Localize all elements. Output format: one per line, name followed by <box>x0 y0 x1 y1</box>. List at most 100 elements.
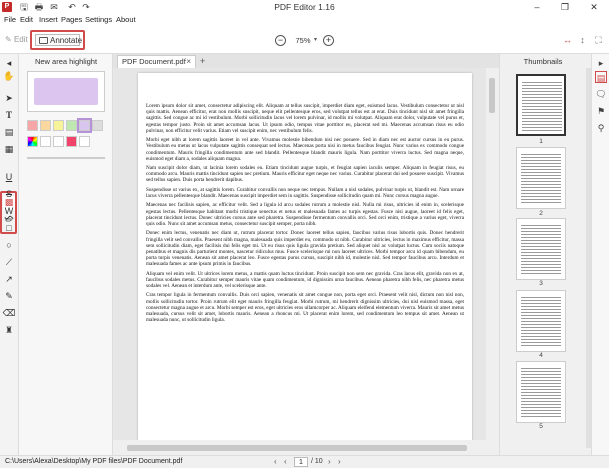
page-thumbnail[interactable] <box>516 74 566 136</box>
bookmark-icon[interactable]: ⚑ <box>595 105 607 117</box>
pen-tool-icon[interactable]: ✎ <box>2 290 16 303</box>
page-text: Lorem ipsum dolor sit amet, consectetur … <box>146 103 464 327</box>
color-swatch-custom-1[interactable] <box>40 136 51 147</box>
main-toolbar: ✎ Edit Annotate − 75% ▾ + ↔ ↕ ⛶ <box>0 26 609 54</box>
color-swatch-purple[interactable] <box>77 118 92 133</box>
menu-about[interactable]: About <box>116 15 136 24</box>
rectangle-tool-icon[interactable]: □ <box>2 222 16 235</box>
thumbnails-icon[interactable]: ▤ <box>595 71 607 83</box>
paragraph: Donec enim lectus, venenatis nec diam ut… <box>146 230 464 268</box>
thumbnail-page-number: 2 <box>539 210 543 217</box>
document-tab-bar: PDF Document.pdf × + <box>113 54 499 68</box>
color-swatch-pink[interactable] <box>66 136 77 147</box>
menu-insert[interactable]: Insert <box>39 15 58 24</box>
stamp-tool-icon[interactable]: ▦ <box>2 143 16 156</box>
previous-page-icon[interactable]: ‹ <box>274 457 277 466</box>
minimize-button[interactable]: – <box>527 0 547 14</box>
last-page-icon[interactable]: › <box>338 457 341 466</box>
page-total: / 10 <box>311 458 323 465</box>
zoom-in-button[interactable]: + <box>323 35 334 46</box>
note-tool-icon[interactable]: ▤ <box>2 126 16 139</box>
select-tool-icon[interactable]: ➤ <box>2 92 16 105</box>
highlight-preview-fill <box>34 78 98 105</box>
underline-tool-icon[interactable]: U <box>2 171 16 184</box>
color-swatch-red[interactable] <box>27 120 38 131</box>
annotate-mode-button[interactable]: Annotate <box>35 34 83 46</box>
annotate-label: Annotate <box>50 36 83 45</box>
zoom-level[interactable]: 75% <box>292 36 314 45</box>
collapse-right-panel-icon[interactable]: ▸ <box>595 57 607 69</box>
squiggly-tool-icon[interactable]: W <box>2 205 16 218</box>
thumbnail-text <box>521 153 561 205</box>
hand-tool-icon[interactable]: ✋ <box>2 70 16 83</box>
vertical-scrollbar[interactable] <box>486 68 499 440</box>
paragraph: Nam suscipit dolor diam, ut lacinia lore… <box>146 165 464 184</box>
comments-icon[interactable]: 🗨 <box>595 88 607 100</box>
color-swatch-custom-3[interactable] <box>79 136 90 147</box>
fit-page-icon[interactable]: ↕ <box>577 35 588 46</box>
menu-pages[interactable]: Pages <box>61 15 82 24</box>
thumbnail-text <box>521 296 561 348</box>
zoom-out-button[interactable]: − <box>275 35 286 46</box>
file-path: C:\Users\Alexa\Desktop\My PDF files\PDF … <box>5 458 183 465</box>
strikethrough-tool-icon[interactable]: S <box>2 188 16 201</box>
annotation-tool-bar: ◂ ✋ ➤ T ▤ ▦ ▩ ✏ U S W □ ○ ⟋ ↗ ✎ ⌫ ♜ <box>0 54 19 455</box>
page-thumbnail[interactable] <box>516 290 566 352</box>
ellipse-tool-icon[interactable]: ○ <box>2 239 16 252</box>
thumbnail-text <box>521 367 561 419</box>
menu-file[interactable]: File <box>4 15 16 24</box>
thumbnail-text <box>522 81 562 133</box>
previous-page-button[interactable]: ‹ <box>284 457 287 466</box>
title-bar: P 🖫 🖶 ✉ ↶ ↷ PDF Editor 1.16 – ❐ ✕ <box>0 0 609 14</box>
page-thumbnail[interactable] <box>516 361 566 423</box>
menu-settings[interactable]: Settings <box>85 15 112 24</box>
thumbnail-page-number: 3 <box>539 280 543 287</box>
window-title: PDF Editor 1.16 <box>274 2 335 12</box>
opacity-slider[interactable] <box>27 157 105 159</box>
fit-width-icon[interactable]: ↔ <box>562 35 573 46</box>
line-tool-icon[interactable]: ⟋ <box>2 256 16 269</box>
tab-pdf-document[interactable]: PDF Document.pdf × <box>117 55 196 68</box>
annotate-mode-highlight-box: Annotate <box>30 30 85 50</box>
thumbnail-text <box>521 224 561 276</box>
status-bar: C:\Users\Alexa\Desktop\My PDF files\PDF … <box>0 455 609 468</box>
full-screen-icon[interactable]: ⛶ <box>593 35 604 46</box>
signature-stamp-icon[interactable]: ♜ <box>2 324 16 337</box>
menu-edit[interactable]: Edit <box>20 15 33 24</box>
close-window-button[interactable]: ✕ <box>584 0 604 14</box>
chevron-down-icon[interactable]: ▾ <box>314 36 317 43</box>
eraser-tool-icon[interactable]: ⌫ <box>2 307 16 320</box>
menu-bar: File Edit Insert Pages Settings About <box>0 14 609 26</box>
color-swatch-gray[interactable] <box>92 120 103 131</box>
pdf-page[interactable]: Lorem ipsum dolor sit amet, consectetur … <box>138 73 472 440</box>
close-icon[interactable]: × <box>186 56 191 68</box>
thumbnails-panel: Thumbnails 1 2 3 4 5 <box>499 54 591 455</box>
edit-mode-button[interactable]: ✎ Edit <box>5 35 28 44</box>
collapse-panel-icon[interactable]: ◂ <box>2 57 16 70</box>
color-swatch-yellow[interactable] <box>53 120 64 131</box>
color-swatch-orange[interactable] <box>40 120 51 131</box>
next-page-button[interactable]: › <box>328 457 331 466</box>
horizontal-scrollbar[interactable] <box>113 440 499 455</box>
thumbnail-page-number: 4 <box>539 352 543 359</box>
pencil-icon: ✎ <box>5 35 12 44</box>
paragraph: Morbi eget nibh at lorem sagittis laoree… <box>146 137 464 162</box>
search-icon[interactable]: ⚲ <box>595 122 607 134</box>
maximize-button[interactable]: ❐ <box>555 0 575 14</box>
scrollbar-thumb[interactable] <box>127 445 467 451</box>
page-thumbnail[interactable] <box>516 218 566 280</box>
color-swatch-custom-2[interactable] <box>53 136 64 147</box>
paragraph: Lorem ipsum dolor sit amet, consectetur … <box>146 103 464 134</box>
thumbnail-page-number: 5 <box>539 423 543 430</box>
color-picker-icon[interactable] <box>27 136 38 147</box>
add-tab-icon[interactable]: + <box>200 56 205 66</box>
scrollbar-thumb[interactable] <box>489 78 495 113</box>
text-tool-icon[interactable]: T <box>2 109 16 122</box>
page-thumbnail[interactable] <box>516 147 566 209</box>
color-swatch-green[interactable] <box>66 120 77 131</box>
arrow-tool-icon[interactable]: ↗ <box>2 273 16 286</box>
thumbnails-title: Thumbnails <box>523 57 563 66</box>
page-number-input[interactable]: 1 <box>294 457 308 467</box>
document-view[interactable]: Lorem ipsum dolor sit amet, consectetur … <box>113 68 486 440</box>
right-tool-bar: ▸ ▤ 🗨 ⚑ ⚲ <box>591 54 609 455</box>
